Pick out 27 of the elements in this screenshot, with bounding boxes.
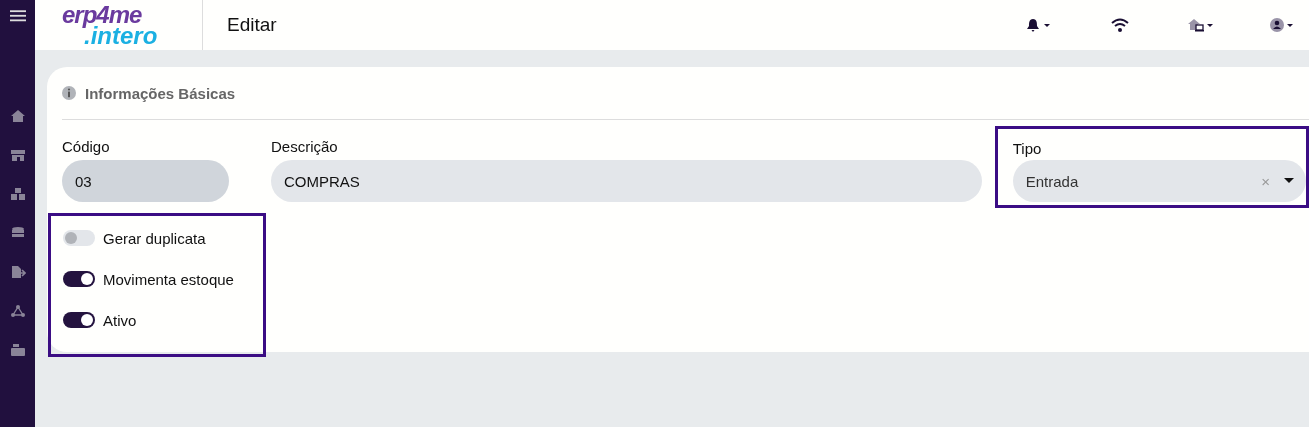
toggle-label: Movimenta estoque — [103, 270, 234, 288]
section-title: Informações Básicas — [85, 84, 236, 102]
field-label: Descrição — [271, 138, 339, 157]
field-label: Tipo — [1012, 140, 1043, 159]
boxes-icon[interactable] — [9, 187, 26, 201]
bell-icon[interactable] — [1026, 17, 1052, 33]
toggle-switch[interactable] — [63, 312, 95, 328]
toggle-switch[interactable] — [63, 271, 95, 287]
export-icon[interactable] — [9, 265, 26, 279]
input-field[interactable]: 03 — [62, 160, 229, 202]
input-field[interactable]: COMPRAS — [271, 160, 982, 202]
cash-register-icon[interactable] — [9, 343, 26, 357]
store-icon[interactable] — [9, 148, 26, 162]
page-title: Editar — [227, 14, 277, 36]
user-icon[interactable] — [1269, 17, 1295, 33]
home-icon[interactable] — [9, 109, 26, 123]
info-icon — [62, 86, 76, 100]
toggle-label: Gerar duplicata — [103, 229, 206, 247]
menu-icon[interactable] — [9, 9, 26, 23]
caret-icon — [1284, 178, 1294, 184]
field-label: Código — [62, 138, 111, 157]
select-field[interactable]: Entrada × — [1012, 160, 1306, 202]
home-laptop-icon[interactable] — [1188, 17, 1214, 33]
toggle-label: Ativo — [103, 311, 137, 329]
coins-icon[interactable] — [9, 226, 26, 240]
network-icon[interactable] — [9, 304, 26, 318]
toggle-switch[interactable] — [63, 230, 95, 246]
